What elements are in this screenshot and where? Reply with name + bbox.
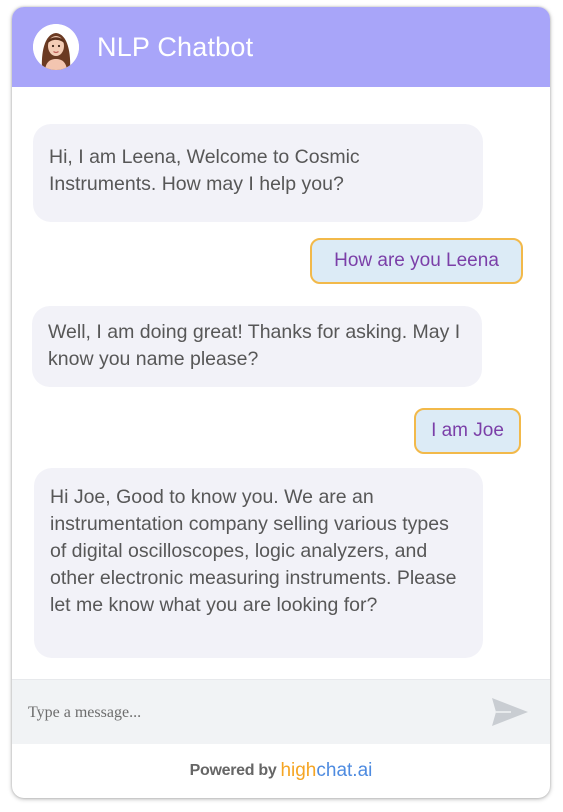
message-list[interactable]: Hi, I am Leena, Welcome to Cosmic Instru…: [12, 87, 550, 679]
bot-message: Hi, I am Leena, Welcome to Cosmic Instru…: [33, 124, 483, 222]
chat-widget: NLP Chatbot Hi, I am Leena, Welcome to C…: [12, 7, 550, 798]
bot-message: Well, I am doing great! Thanks for askin…: [32, 306, 482, 387]
user-message: I am Joe: [414, 408, 521, 454]
user-message: How are you Leena: [310, 238, 523, 284]
powered-by-label: Powered by: [189, 761, 277, 779]
message-input[interactable]: [26, 694, 470, 732]
powered-by-footer: Powered by high chat.ai: [12, 743, 550, 798]
brand-name-part2[interactable]: chat.ai: [316, 760, 372, 782]
chat-title: NLP Chatbot: [97, 31, 254, 62]
chat-header: NLP Chatbot: [12, 7, 550, 87]
woman-avatar-icon: [33, 24, 79, 70]
brand-name-part1[interactable]: high: [280, 760, 316, 782]
send-icon[interactable]: [490, 696, 530, 728]
bot-message: Hi Joe, Good to know you. We are an inst…: [34, 468, 483, 658]
message-composer: [12, 679, 550, 744]
